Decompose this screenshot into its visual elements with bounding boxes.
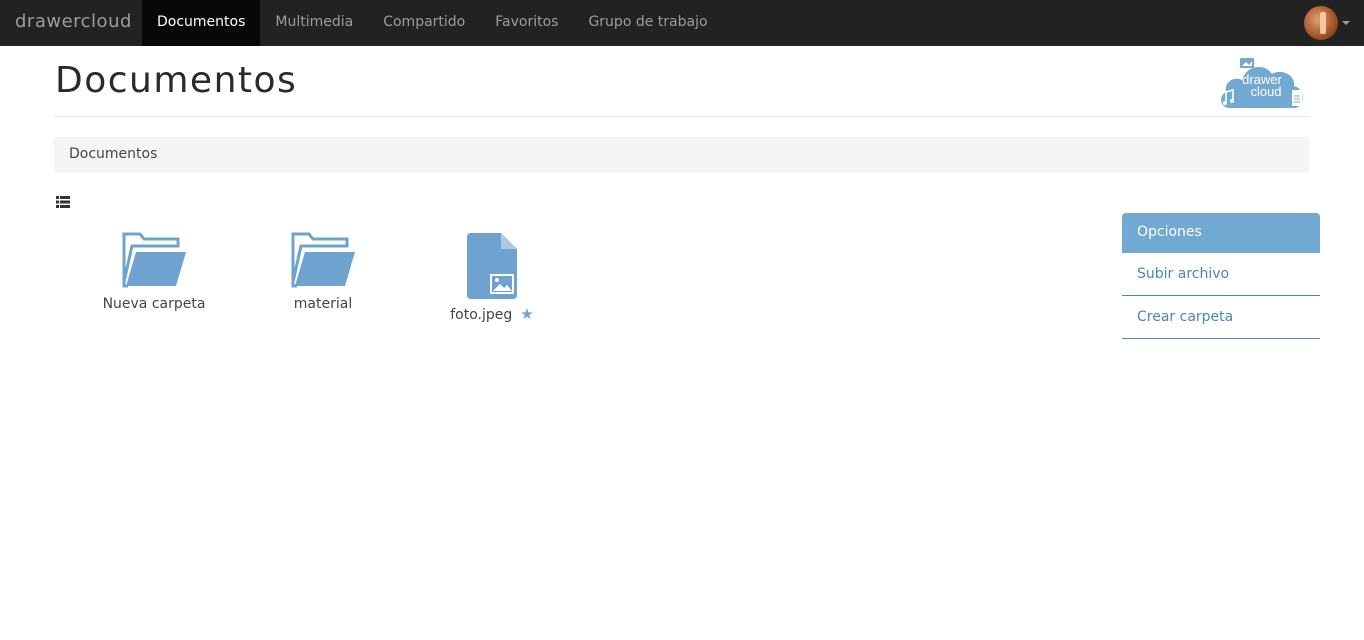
nav-item-grupo-de-trabajo[interactable]: Grupo de trabajo	[573, 0, 722, 46]
image-file-icon	[467, 233, 517, 299]
create-folder-link[interactable]: Crear carpeta	[1122, 296, 1320, 339]
folder-icon	[122, 232, 186, 288]
breadcrumb: Documentos	[54, 137, 1310, 173]
file-name: Nueva carpeta	[102, 296, 206, 312]
top-navbar: drawercloud Documentos Multimedia Compar…	[0, 0, 1364, 46]
logo-text-cloud: cloud	[1250, 84, 1281, 99]
options-panel: Opciones Subir archivo Crear carpeta	[1122, 213, 1320, 339]
breadcrumb-current[interactable]: Documentos	[69, 137, 157, 172]
file-name: material	[293, 296, 353, 312]
file-item-folder[interactable]: material	[263, 230, 383, 312]
nav-item-multimedia[interactable]: Multimedia	[260, 0, 368, 46]
nav-item-documentos[interactable]: Documentos	[142, 0, 261, 46]
page-title: Documentos	[55, 60, 298, 101]
folder-icon	[291, 232, 355, 288]
user-avatar[interactable]	[1304, 6, 1338, 40]
file-name: foto.jpeg	[450, 307, 513, 323]
file-item-image[interactable]: foto.jpeg ★	[432, 230, 552, 323]
drawercloud-logo: drawer cloud	[1221, 58, 1303, 108]
options-header: Opciones	[1122, 213, 1320, 253]
nav-item-compartido[interactable]: Compartido	[368, 0, 480, 46]
user-menu-caret-icon[interactable]	[1342, 21, 1350, 25]
list-view-icon[interactable]	[56, 195, 70, 209]
favorite-star-icon[interactable]: ★	[520, 305, 533, 323]
header-divider	[54, 116, 1310, 117]
nav-item-favoritos[interactable]: Favoritos	[480, 0, 573, 46]
file-item-folder[interactable]: Nueva carpeta	[94, 230, 214, 312]
brand-logo-text[interactable]: drawercloud	[15, 0, 132, 46]
upload-file-link[interactable]: Subir archivo	[1122, 253, 1320, 296]
main-nav: Documentos Multimedia Compartido Favorit…	[142, 0, 723, 46]
